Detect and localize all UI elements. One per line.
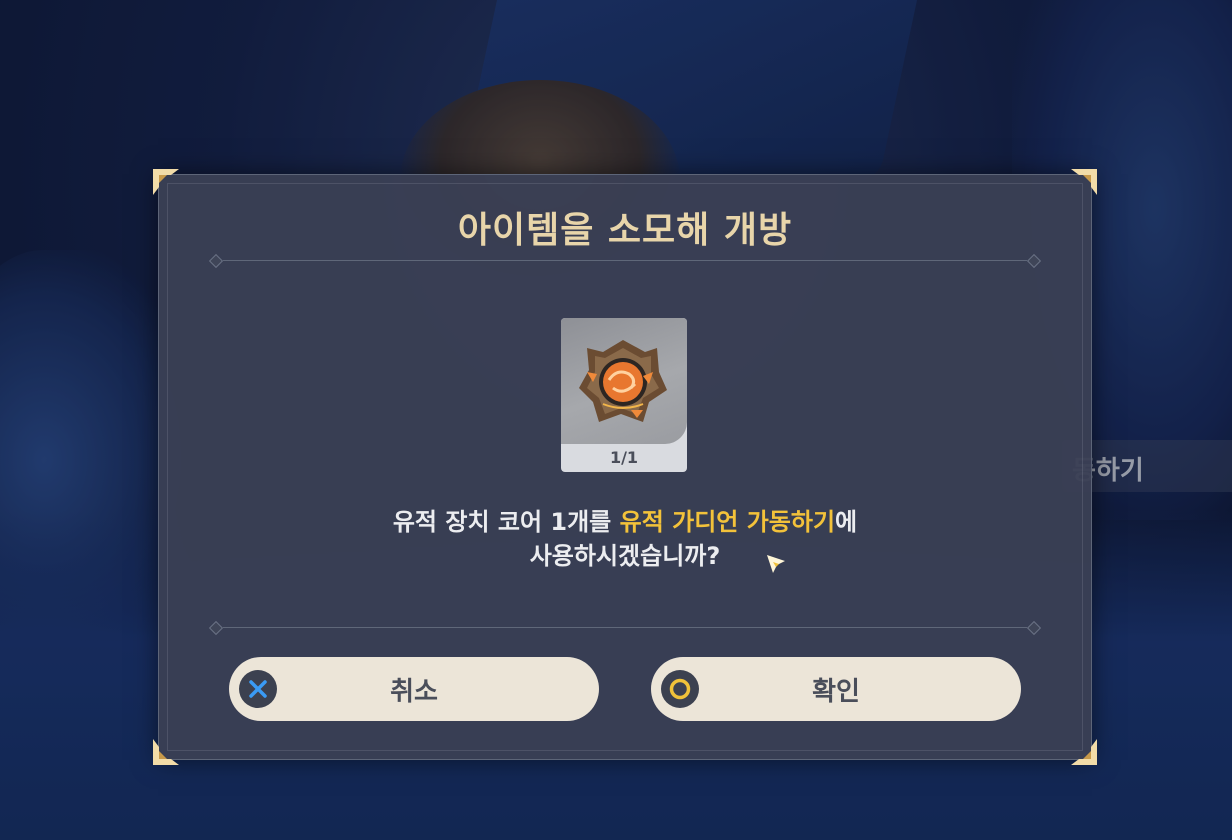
confirm-button[interactable]: 확인 [651,657,1021,721]
confirm-button-label: 확인 [812,676,860,707]
message-suffix: 에 [835,508,858,536]
ruin-mechanism-core-icon [579,340,667,422]
cancel-button[interactable]: 취소 [229,657,599,721]
corner-ornament-icon [1069,167,1099,197]
item-card[interactable]: 1/1 [561,318,687,472]
consume-item-dialog: 아이템을 소모해 개방 1/1 유적 장치 코어 1개를 유적 가디언 가동하기… [153,169,1097,765]
cancel-button-label: 취소 [390,676,438,707]
message-line-2: 사용하시겠습니까? [529,542,721,570]
item-art [561,318,687,444]
message-prefix: 유적 장치 코어 1개를 [392,508,620,536]
confirm-message: 유적 장치 코어 1개를 유적 가디언 가동하기에 사용하시겠습니까? [159,505,1091,573]
corner-ornament-icon [151,737,181,767]
title-divider [208,253,1042,269]
dialog-title: 아이템을 소모해 개방 [457,210,793,251]
corner-ornament-icon [1069,737,1099,767]
item-count: 1/1 [609,448,639,467]
button-divider [208,620,1042,636]
cursor-sparkle-icon [767,555,785,573]
message-line-1: 유적 장치 코어 1개를 유적 가디언 가동하기에 [159,505,1091,539]
corner-ornament-icon [151,167,181,197]
message-highlight: 유적 가디언 가동하기 [619,508,836,536]
